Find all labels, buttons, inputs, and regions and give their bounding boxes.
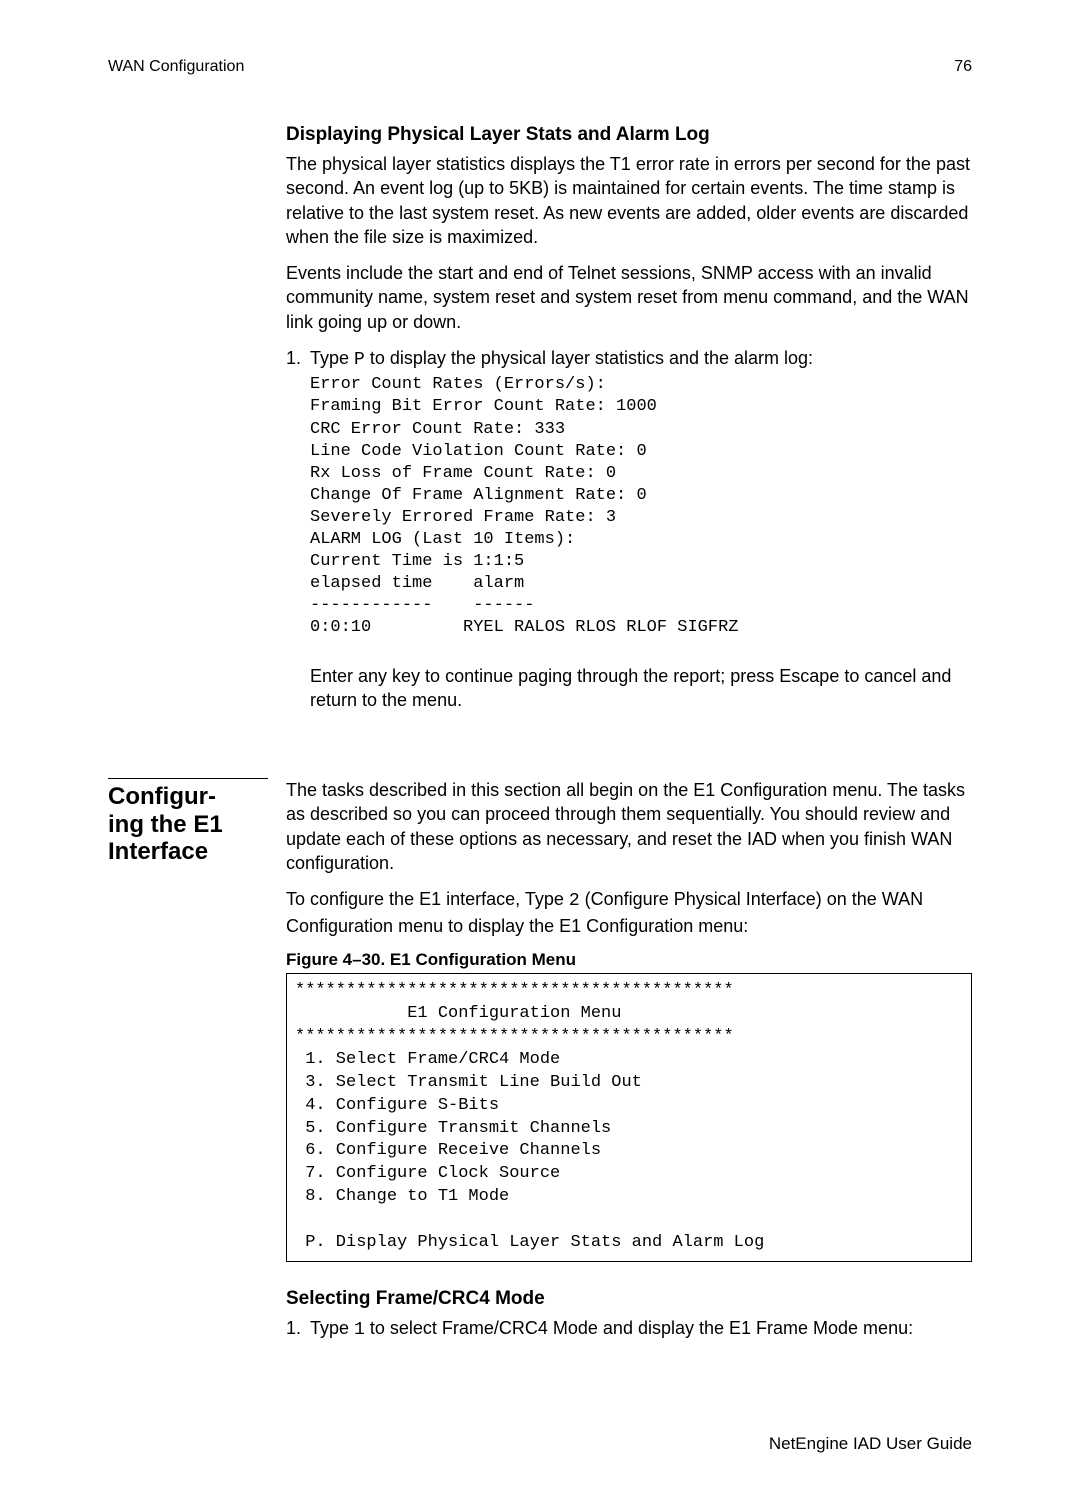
step-number: 1. [286, 346, 310, 372]
body-text: To configure the E1 interface, Type 2 (C… [286, 887, 972, 938]
step-number: 1. [286, 1316, 310, 1342]
terminal-output: Error Count Rates (Errors/s): Framing Bi… [310, 374, 972, 639]
step-text: Type P to display the physical layer sta… [310, 346, 972, 372]
header-left: WAN Configuration [108, 58, 244, 76]
body-text: Events include the start and end of Teln… [286, 261, 972, 334]
section-heading-e1: Configur- ing the E1 Interface [108, 783, 278, 866]
section-heading-stats: Displaying Physical Layer Stats and Alar… [286, 124, 972, 146]
header-page-number: 76 [954, 58, 972, 76]
figure-caption: Figure 4–30. E1 Configuration Menu [286, 950, 972, 970]
step-text: Type 1 to select Frame/CRC4 Mode and dis… [310, 1316, 972, 1342]
body-text: Enter any key to continue paging through… [310, 664, 972, 713]
body-text: The tasks described in this section all … [286, 778, 972, 875]
inline-code: 2 [569, 891, 580, 911]
footer-text: NetEngine IAD User Guide [108, 1434, 972, 1454]
inline-code: P [354, 350, 365, 370]
section-heading-frame: Selecting Frame/CRC4 Mode [286, 1288, 972, 1310]
inline-code: 1 [354, 1320, 365, 1340]
figure-box: ****************************************… [286, 973, 972, 1262]
body-text: The physical layer statistics displays t… [286, 152, 972, 249]
horizontal-rule [108, 778, 268, 779]
